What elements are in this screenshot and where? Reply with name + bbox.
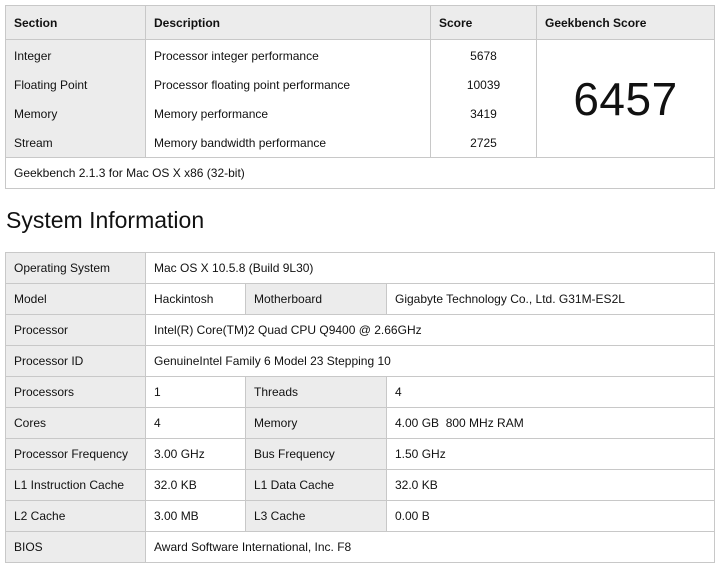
bus-frequency-value: 1.50 GHz (385, 438, 716, 470)
threads-value: 4 (385, 376, 716, 408)
benchmark-summary-table: Section Description Score Geekbench Scor… (5, 5, 715, 189)
system-information-table: Operating System Mac OS X 10.5.8 (Build … (5, 252, 716, 563)
geekbench-version-footer: Geekbench 2.1.3 for Mac OS X x86 (32-bit… (5, 157, 715, 189)
bios-label: BIOS (5, 531, 146, 563)
table-row: L1 Instruction Cache 32.0 KB L1 Data Cac… (5, 469, 716, 501)
l1-data-cache-value: 32.0 KB (385, 469, 716, 501)
section-header: Section (5, 5, 146, 40)
table-row: BIOS Award Software International, Inc. … (5, 531, 716, 563)
description-cell: Memory performance (145, 99, 431, 128)
l2-cache-value: 3.00 MB (145, 500, 246, 532)
memory-label: Memory (245, 407, 387, 439)
model-label: Model (5, 283, 146, 315)
table-row: Operating System Mac OS X 10.5.8 (Build … (5, 252, 716, 284)
table-row: Processor ID GenuineIntel Family 6 Model… (5, 345, 716, 377)
l2-cache-label: L2 Cache (5, 500, 146, 532)
section-cell: Integer (5, 39, 146, 70)
table-row: Processor Frequency 3.00 GHz Bus Frequen… (5, 438, 716, 470)
table-row: L2 Cache 3.00 MB L3 Cache 0.00 B (5, 500, 716, 532)
section-cell: Floating Point (5, 70, 146, 99)
processor-frequency-label: Processor Frequency (5, 438, 146, 470)
operating-system-value: Mac OS X 10.5.8 (Build 9L30) (144, 252, 716, 284)
score-cell: 10039 (430, 70, 537, 99)
geekbench-score-value: 6457 (536, 39, 715, 158)
cores-value: 4 (145, 407, 246, 439)
threads-label: Threads (245, 376, 387, 408)
bios-value: Award Software International, Inc. F8 (144, 531, 716, 563)
table-row: Processors 1 Threads 4 (5, 376, 716, 408)
system-information-title: System Information (6, 207, 205, 233)
description-cell: Processor floating point performance (145, 70, 431, 99)
l3-cache-value: 0.00 B (385, 500, 716, 532)
memory-value: 4.00 GB 800 MHz RAM (385, 407, 716, 439)
processor-label: Processor (5, 314, 146, 346)
description-cell: Processor integer performance (145, 39, 431, 70)
processor-id-label: Processor ID (5, 345, 146, 377)
processors-value: 1 (145, 376, 246, 408)
table-row: Processor Intel(R) Core(TM)2 Quad CPU Q9… (5, 314, 716, 346)
score-cell: 3419 (430, 99, 537, 128)
bus-frequency-label: Bus Frequency (245, 438, 387, 470)
score-cell: 5678 (430, 39, 537, 70)
l3-cache-label: L3 Cache (245, 500, 387, 532)
geekbench-score-header: Geekbench Score (536, 5, 715, 40)
score-cell: 2725 (430, 128, 537, 158)
table-row: Integer Processor integer performance 56… (5, 39, 715, 158)
summary-header-row: Section Description Score Geekbench Scor… (5, 5, 715, 40)
description-cell: Memory bandwidth performance (145, 128, 431, 158)
operating-system-label: Operating System (5, 252, 146, 284)
l1-instruction-cache-value: 32.0 KB (145, 469, 246, 501)
description-header: Description (145, 5, 431, 40)
score-header: Score (430, 5, 537, 40)
processor-value: Intel(R) Core(TM)2 Quad CPU Q9400 @ 2.66… (144, 314, 716, 346)
cores-label: Cores (5, 407, 146, 439)
table-row: Model Hackintosh Motherboard Gigabyte Te… (5, 283, 716, 315)
motherboard-value: Gigabyte Technology Co., Ltd. G31M-ES2L (385, 283, 716, 315)
processor-frequency-value: 3.00 GHz (145, 438, 246, 470)
table-row: Cores 4 Memory 4.00 GB 800 MHz RAM (5, 407, 716, 439)
section-cell: Stream (5, 128, 146, 158)
l1-instruction-cache-label: L1 Instruction Cache (5, 469, 146, 501)
summary-footer-row: Geekbench 2.1.3 for Mac OS X x86 (32-bit… (5, 157, 715, 189)
l1-data-cache-label: L1 Data Cache (245, 469, 387, 501)
motherboard-label: Motherboard (245, 283, 387, 315)
section-cell: Memory (5, 99, 146, 128)
model-value: Hackintosh (145, 283, 246, 315)
processors-label: Processors (5, 376, 146, 408)
processor-id-value: GenuineIntel Family 6 Model 23 Stepping … (144, 345, 716, 377)
